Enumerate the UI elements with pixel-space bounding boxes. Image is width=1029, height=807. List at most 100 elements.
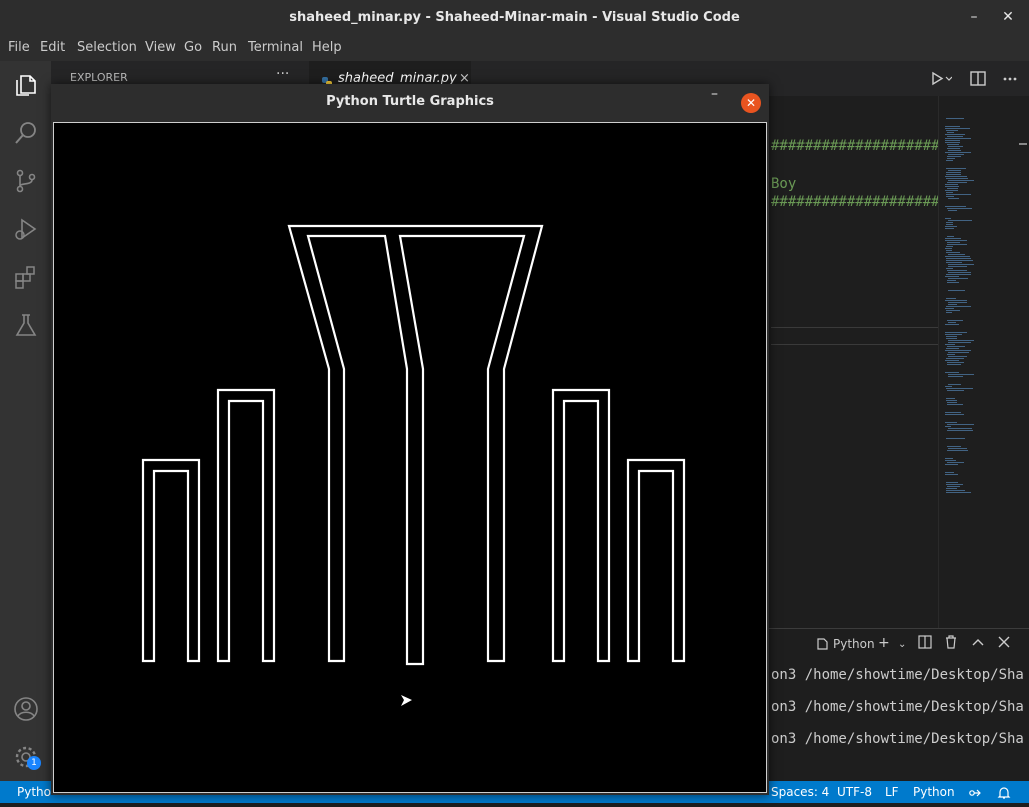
live-share-icon[interactable]	[968, 785, 982, 807]
terminal-shell-label[interactable]: Python	[833, 637, 875, 651]
explorer-icon[interactable]	[13, 72, 39, 98]
close-window-button[interactable]: ✕	[994, 0, 1022, 35]
kill-terminal-icon[interactable]	[944, 635, 958, 653]
minimap-line	[946, 130, 958, 131]
run-debug-icon[interactable]	[13, 216, 39, 242]
turtle-graphics-window[interactable]: Python Turtle Graphics – ✕	[51, 84, 769, 795]
pillar-left-outer	[141, 458, 201, 663]
minimap-line	[948, 180, 974, 181]
central-arch-outer	[287, 224, 544, 666]
minimap-line	[946, 160, 953, 161]
status-eol[interactable]: LF	[885, 781, 899, 803]
minimap-line	[946, 398, 955, 399]
minimap-line	[945, 218, 951, 219]
menu-go[interactable]: Go	[184, 35, 202, 61]
minimap-line	[945, 248, 952, 249]
minimap-line	[945, 140, 960, 141]
minimap-line	[945, 186, 959, 187]
minimap-line	[945, 460, 956, 461]
minimap-line	[947, 148, 960, 149]
minimap-line	[945, 412, 961, 413]
more-actions-icon[interactable]	[1002, 61, 1018, 96]
minimap-line	[945, 414, 964, 415]
minimap-line	[945, 276, 959, 277]
search-icon[interactable]	[13, 120, 39, 146]
menu-run[interactable]: Run	[212, 35, 237, 61]
editor-scrollbar[interactable]	[1018, 96, 1029, 628]
status-language[interactable]: Python	[913, 781, 955, 803]
new-terminal-icon[interactable]: +	[878, 635, 890, 651]
minimap-line	[948, 254, 965, 255]
extensions-icon[interactable]	[13, 264, 39, 290]
minimap-line	[945, 458, 953, 459]
minimap-line	[946, 312, 952, 313]
minimap-line	[945, 422, 957, 423]
menu-file[interactable]: File	[8, 35, 30, 61]
minimap-line	[945, 128, 970, 129]
minimap-line	[946, 488, 957, 489]
minimap-line	[947, 390, 964, 391]
minimap-line	[945, 426, 951, 427]
source-control-icon[interactable]	[13, 168, 39, 194]
minimap-line	[948, 150, 961, 151]
run-icon[interactable]	[930, 61, 953, 96]
minimap-line	[948, 304, 957, 305]
notifications-bell-icon[interactable]	[997, 785, 1011, 807]
terminal-shell-icon[interactable]	[815, 637, 829, 654]
minimap-line	[946, 490, 965, 491]
status-encoding[interactable]: UTF-8	[837, 781, 872, 803]
minimap-line	[948, 146, 963, 147]
turtle-close-button[interactable]: ✕	[741, 93, 761, 113]
sidebar-header: EXPLORER	[70, 71, 128, 84]
split-terminal-icon[interactable]	[918, 635, 932, 653]
status-python-interpreter[interactable]: Pytho	[17, 781, 51, 803]
minimap-line	[945, 134, 965, 135]
split-editor-icon[interactable]	[970, 61, 986, 96]
minimap-line	[945, 372, 959, 373]
minimap-line	[946, 258, 971, 259]
pillar-right-inner	[551, 388, 611, 663]
pillar-left-inner	[216, 388, 276, 663]
menu-edit[interactable]: Edit	[40, 35, 65, 61]
menu-terminal[interactable]: Terminal	[248, 35, 303, 61]
minimap-line	[945, 126, 960, 127]
minimap-line	[946, 260, 973, 261]
turtle-minimize-button[interactable]: –	[711, 86, 718, 102]
minimap[interactable]	[938, 96, 1019, 628]
minimap-line	[946, 252, 960, 253]
terminal-dropdown-icon[interactable]: ⌄	[898, 639, 906, 650]
minimap-line	[945, 332, 967, 333]
minimap-line	[946, 268, 953, 269]
testing-icon[interactable]	[13, 312, 39, 338]
minimap-line	[948, 210, 957, 211]
minimap-line	[948, 384, 961, 385]
minimap-line	[945, 240, 967, 241]
minimap-line	[948, 340, 974, 341]
minimap-line	[945, 360, 959, 361]
menu-view[interactable]: View	[145, 35, 176, 61]
turtle-canvas[interactable]	[53, 122, 767, 793]
minimap-line	[946, 246, 953, 247]
sidebar-more-actions[interactable]: ···	[276, 66, 289, 82]
account-icon[interactable]	[13, 696, 39, 722]
close-panel-icon[interactable]	[997, 635, 1011, 653]
minimap-line	[948, 278, 968, 279]
minimap-line	[947, 208, 972, 209]
minimap-line	[947, 320, 963, 321]
minimap-line	[948, 154, 964, 155]
menu-selection[interactable]: Selection	[77, 35, 137, 61]
menu-help[interactable]: Help	[312, 35, 342, 61]
minimap-line	[948, 376, 963, 377]
minimap-line	[946, 224, 953, 225]
scrollbar-thumb[interactable]	[1019, 143, 1027, 145]
minimap-line	[946, 482, 958, 483]
minimap-line	[947, 242, 960, 243]
status-indentation[interactable]: Spaces: 4	[771, 781, 829, 803]
maximize-panel-icon[interactable]	[971, 635, 985, 653]
minimap-line	[946, 336, 957, 337]
minimap-line	[946, 400, 957, 401]
minimap-line	[948, 198, 959, 199]
vscode-titlebar: shaheed_minar.py - Shaheed-Minar-main - …	[0, 0, 1029, 35]
minimap-line	[945, 334, 962, 335]
minimize-button[interactable]: –	[960, 0, 988, 35]
